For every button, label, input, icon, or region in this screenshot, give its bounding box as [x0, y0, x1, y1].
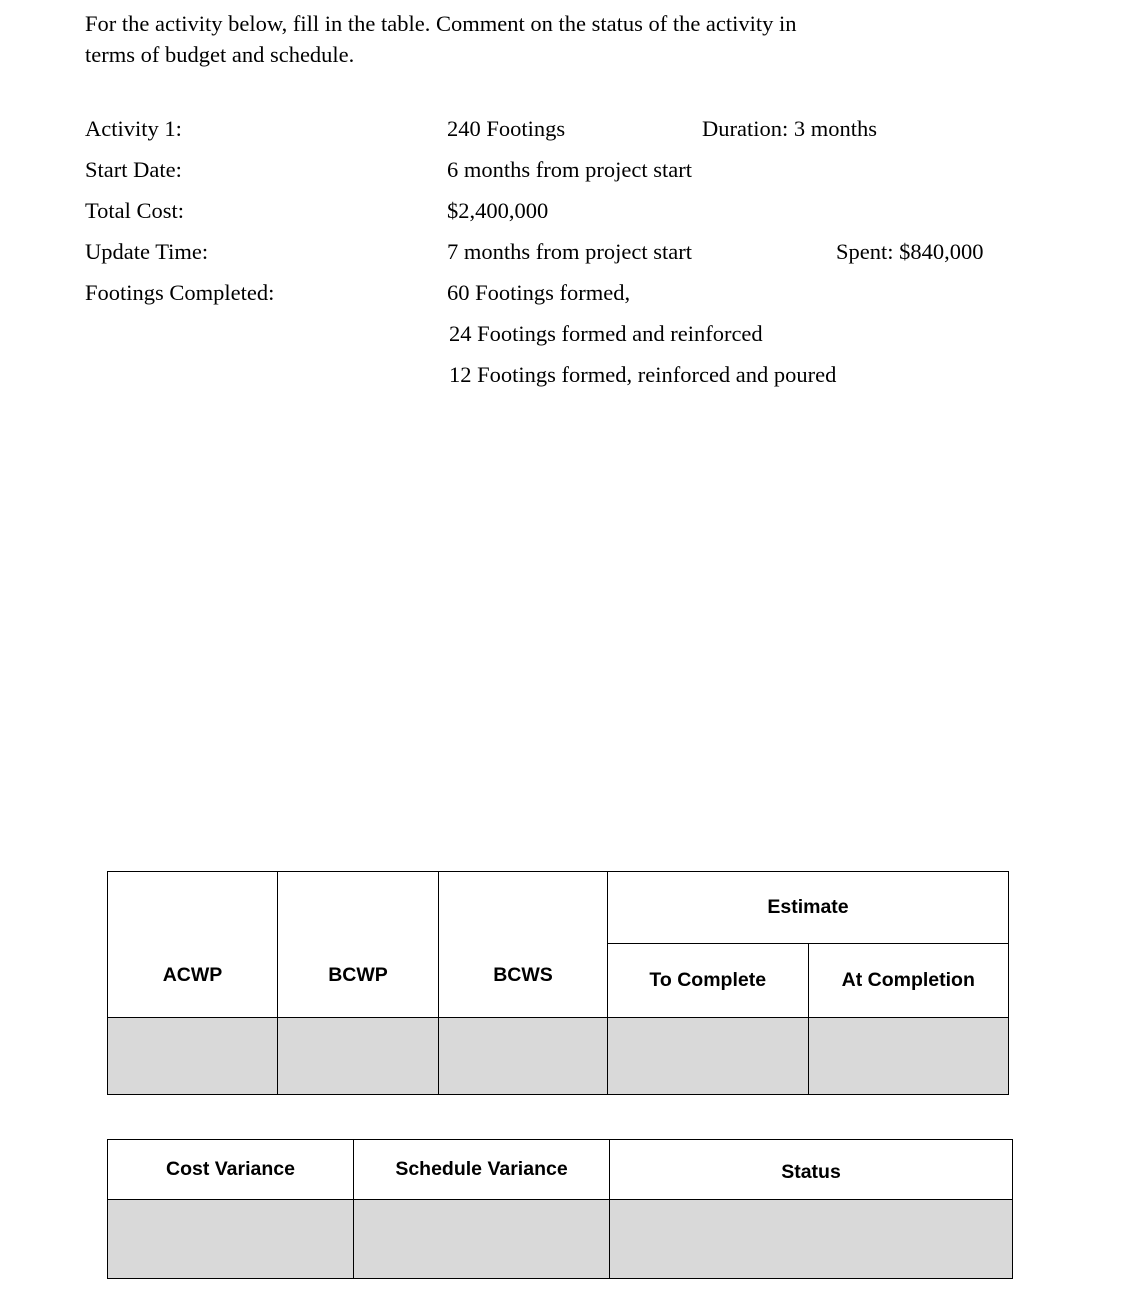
detail-value-footings-line-3: 12 Footings formed, reinforced and poure…	[449, 362, 837, 387]
header-cell-bcwp: BCWP	[277, 871, 439, 1018]
detail-label-start-date: Start Date:	[85, 157, 182, 182]
header-cell-bcws: BCWS	[438, 871, 608, 1018]
data-cell-schedule-variance[interactable]	[353, 1199, 610, 1279]
header-cell-status: Status	[609, 1139, 1013, 1200]
detail-value-footings-line-2: 24 Footings formed and reinforced	[449, 321, 763, 346]
table-row	[107, 1199, 1013, 1279]
header-cell-estimate: Estimate	[607, 871, 1009, 944]
header-cell-to-complete: To Complete	[607, 943, 809, 1018]
data-cell-cost-variance[interactable]	[107, 1199, 354, 1279]
detail-value-footings-line-1: 60 Footings formed,	[447, 280, 631, 305]
detail-row-footings-line-2: 24 Footings formed and reinforced	[85, 313, 1045, 354]
intro-line-1: For the activity below, fill in the tabl…	[85, 11, 797, 36]
detail-label-activity: Activity 1:	[85, 116, 182, 141]
detail-label-footings-completed: Footings Completed:	[85, 280, 275, 305]
detail-value-activity: 240 Footings	[447, 116, 566, 141]
earned-value-table: ACWP BCWP BCWS Estimate To Complete At C…	[107, 871, 1009, 1095]
data-cell-bcwp[interactable]	[277, 1017, 439, 1095]
detail-value-start-date: 6 months from project start	[447, 157, 692, 182]
detail-spent: Spent: $840,000	[836, 239, 984, 264]
intro-line-2: terms of budget and schedule.	[85, 42, 355, 67]
table-row: Cost Variance Schedule Variance Status	[107, 1139, 1013, 1200]
header-cell-acwp: ACWP	[107, 871, 278, 1018]
header-cell-cost-variance: Cost Variance	[107, 1139, 354, 1200]
activity-details: Activity 1: 240 Footings Duration: 3 mon…	[85, 108, 1045, 395]
variance-status-table: Cost Variance Schedule Variance Status	[107, 1139, 1013, 1279]
detail-row-total-cost: Total Cost: $2,400,000	[85, 190, 1045, 231]
header-cell-at-completion: At Completion	[807, 943, 1009, 1018]
data-cell-at-completion[interactable]	[807, 1017, 1009, 1095]
detail-row-footings-line-3: 12 Footings formed, reinforced and poure…	[85, 354, 1045, 395]
detail-duration: Duration: 3 months	[702, 116, 877, 141]
detail-label-total-cost: Total Cost:	[85, 198, 185, 223]
detail-row-footings-completed: Footings Completed: 60 Footings formed,	[85, 272, 1045, 313]
data-cell-acwp[interactable]	[107, 1017, 278, 1095]
header-cell-schedule-variance: Schedule Variance	[353, 1139, 610, 1200]
detail-row-activity: Activity 1: 240 Footings Duration: 3 mon…	[85, 108, 1045, 149]
table-row	[107, 1017, 1009, 1095]
detail-row-update-time: Update Time: 7 months from project start…	[85, 231, 1045, 272]
detail-label-update-time: Update Time:	[85, 239, 209, 264]
table-row: ACWP BCWP BCWS Estimate	[107, 871, 1009, 1018]
detail-value-total-cost: $2,400,000	[447, 198, 549, 223]
data-cell-bcws[interactable]	[438, 1017, 608, 1095]
data-cell-to-complete[interactable]	[607, 1017, 809, 1095]
detail-row-start-date: Start Date: 6 months from project start	[85, 149, 1045, 190]
data-cell-status[interactable]	[609, 1199, 1013, 1279]
detail-value-update-time: 7 months from project start	[447, 239, 692, 264]
intro-paragraph: For the activity below, fill in the tabl…	[85, 8, 1035, 70]
